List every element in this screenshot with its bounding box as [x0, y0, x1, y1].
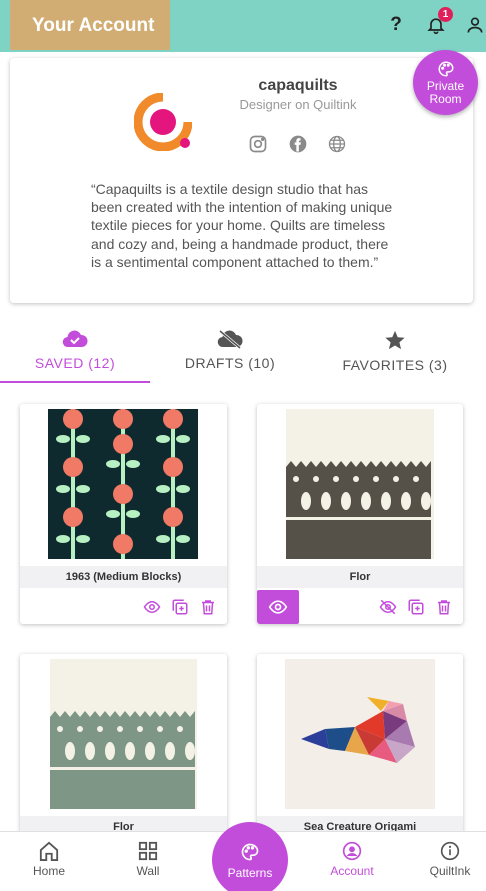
eye-icon — [268, 600, 288, 614]
duplicate-icon[interactable] — [171, 598, 189, 616]
palette-icon — [241, 843, 259, 861]
profile-username: capaquilts — [258, 77, 338, 94]
tab-drafts-label: DRAFTS (10) — [184, 355, 276, 371]
pattern-thumbnail — [286, 409, 434, 559]
profile-tagline: Designer on Quiltink — [239, 97, 357, 112]
nav-home[interactable]: Home — [14, 841, 84, 878]
designer-logo — [134, 93, 192, 151]
cloud-check-icon — [62, 330, 88, 348]
cloud-off-icon — [217, 329, 243, 349]
pattern-title: Flor — [257, 566, 463, 588]
nav-account-label: Account — [330, 864, 374, 878]
home-icon — [39, 841, 59, 861]
pattern-card[interactable]: Flor — [20, 654, 227, 844]
private-room-button[interactable]: Private Room — [413, 50, 478, 115]
nav-home-label: Home — [32, 864, 65, 878]
palette-icon — [438, 61, 454, 77]
star-icon — [385, 330, 405, 350]
pattern-thumbnail — [285, 659, 435, 809]
account-icon — [342, 841, 362, 861]
tab-saved-label: SAVED (12) — [34, 355, 116, 371]
profile-bio: “Capaquilts is a textile design studio t… — [91, 181, 393, 270]
nav-quiltink[interactable]: QuiltInk — [415, 841, 485, 878]
nav-quiltink-label: QuiltInk — [429, 864, 471, 878]
active-tab-indicator — [0, 381, 150, 383]
nav-patterns[interactable]: Patterns — [212, 822, 288, 891]
private-room-label: Private Room — [426, 79, 465, 106]
user-icon[interactable] — [462, 12, 486, 38]
pattern-card[interactable]: Sea Creature Origami — [257, 654, 463, 844]
help-icon[interactable]: ? — [383, 12, 409, 38]
instagram-icon[interactable] — [248, 134, 268, 154]
tab-drafts[interactable]: DRAFTS (10) — [150, 325, 310, 383]
tab-favorites-label: FAVORITES (3) — [342, 357, 448, 373]
info-icon — [440, 841, 460, 861]
nav-patterns-label: Patterns — [227, 866, 273, 880]
view-button[interactable] — [257, 590, 299, 624]
page-title: Your Account — [10, 0, 170, 50]
pattern-card[interactable]: Flor — [257, 404, 463, 624]
nav-wall[interactable]: Wall — [113, 841, 183, 878]
facebook-icon[interactable] — [288, 134, 308, 154]
notification-badge: 1 — [438, 7, 453, 22]
nav-wall-label: Wall — [136, 864, 160, 878]
globe-icon[interactable] — [327, 134, 347, 154]
nav-account[interactable]: Account — [317, 841, 387, 878]
duplicate-icon[interactable] — [407, 598, 425, 616]
pattern-thumbnail — [50, 659, 197, 809]
pattern-thumbnail — [48, 409, 198, 559]
eye-off-icon[interactable] — [379, 598, 397, 616]
grid-icon — [138, 841, 158, 861]
tab-favorites[interactable]: FAVORITES (3) — [320, 325, 470, 383]
trash-icon[interactable] — [435, 598, 453, 616]
tab-saved[interactable]: SAVED (12) — [0, 325, 150, 383]
pattern-title: 1963 (Medium Blocks) — [20, 566, 227, 588]
pattern-card[interactable]: 1963 (Medium Blocks) — [20, 404, 227, 624]
trash-icon[interactable] — [199, 598, 217, 616]
eye-icon[interactable] — [143, 598, 161, 616]
